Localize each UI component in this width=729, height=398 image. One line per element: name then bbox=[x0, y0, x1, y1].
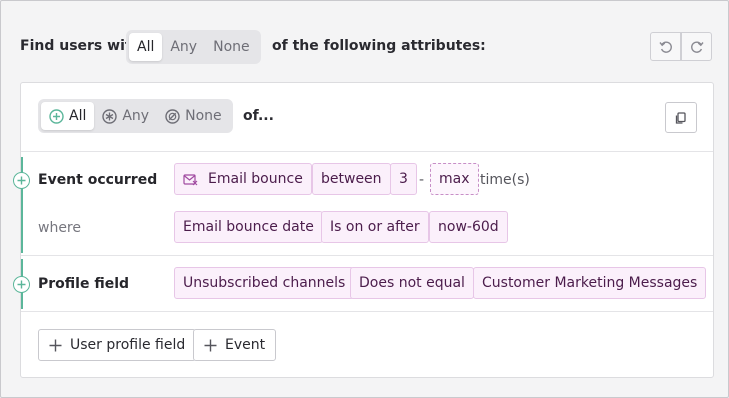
event-name-text: Email bounce bbox=[208, 171, 303, 187]
group-match-none[interactable]: None bbox=[157, 102, 230, 130]
group-match-all-label: All bbox=[69, 108, 87, 124]
top-match-all[interactable]: All bbox=[129, 33, 163, 61]
copy-group-button[interactable] bbox=[665, 102, 697, 133]
group-match-any-label: Any bbox=[122, 108, 150, 124]
frequency-operator-chip[interactable]: between bbox=[312, 163, 391, 195]
email-icon bbox=[183, 173, 198, 186]
plus-circle-icon bbox=[49, 108, 64, 124]
plus-icon bbox=[204, 339, 217, 352]
undo-button[interactable] bbox=[650, 32, 681, 61]
add-user-profile-field-label: User profile field bbox=[70, 337, 186, 353]
add-event-label: Event bbox=[225, 337, 266, 353]
copy-icon bbox=[674, 111, 688, 125]
frequency-max-chip[interactable]: max bbox=[430, 163, 479, 195]
add-user-profile-field-button[interactable]: User profile field bbox=[38, 329, 197, 361]
condition-group-panel: All Any None of... Event occurred Email … bbox=[13, 82, 714, 378]
top-match-any[interactable]: Any bbox=[162, 33, 205, 61]
add-condition-button[interactable] bbox=[13, 276, 30, 293]
divider bbox=[21, 255, 713, 256]
profile-value-chip[interactable]: Customer Marketing Messages bbox=[473, 267, 707, 299]
where-value-chip[interactable]: now-60d bbox=[429, 211, 508, 243]
plus-icon bbox=[17, 176, 26, 185]
group-match-none-label: None bbox=[185, 108, 222, 124]
group-match-all[interactable]: All bbox=[41, 102, 95, 130]
where-property-chip[interactable]: Email bounce date bbox=[174, 211, 323, 243]
plus-icon bbox=[49, 339, 62, 352]
none-circle-icon bbox=[165, 108, 180, 124]
where-label: where bbox=[38, 220, 81, 236]
top-match-selector: All Any None bbox=[126, 30, 261, 64]
asterisk-circle-icon bbox=[102, 108, 118, 124]
divider bbox=[21, 151, 713, 152]
add-event-button[interactable]: Event bbox=[193, 329, 277, 361]
group-match-any[interactable]: Any bbox=[94, 102, 157, 130]
attributes-label: of the following attributes: bbox=[272, 38, 486, 54]
condition-profile-label: Profile field bbox=[38, 276, 130, 292]
top-match-none[interactable]: None bbox=[205, 33, 258, 61]
event-name-chip[interactable]: Email bounce bbox=[174, 163, 312, 195]
redo-button[interactable] bbox=[681, 32, 712, 61]
undo-icon bbox=[658, 40, 673, 54]
find-users-label: Find users with bbox=[20, 38, 142, 54]
where-operator-chip[interactable]: Is on or after bbox=[321, 211, 429, 243]
group-match-selector: All Any None bbox=[38, 99, 233, 133]
profile-operator-chip[interactable]: Does not equal bbox=[350, 267, 474, 299]
times-label: time(s) bbox=[480, 172, 530, 188]
redo-icon bbox=[690, 40, 704, 54]
add-condition-button[interactable] bbox=[13, 172, 30, 189]
group-of-label: of... bbox=[243, 108, 274, 124]
frequency-min-chip[interactable]: 3 bbox=[390, 163, 417, 195]
divider bbox=[21, 311, 713, 312]
condition-event-label: Event occurred bbox=[38, 172, 158, 188]
plus-icon bbox=[17, 280, 26, 289]
range-separator: - bbox=[419, 172, 425, 188]
profile-field-chip[interactable]: Unsubscribed channels bbox=[174, 267, 355, 299]
